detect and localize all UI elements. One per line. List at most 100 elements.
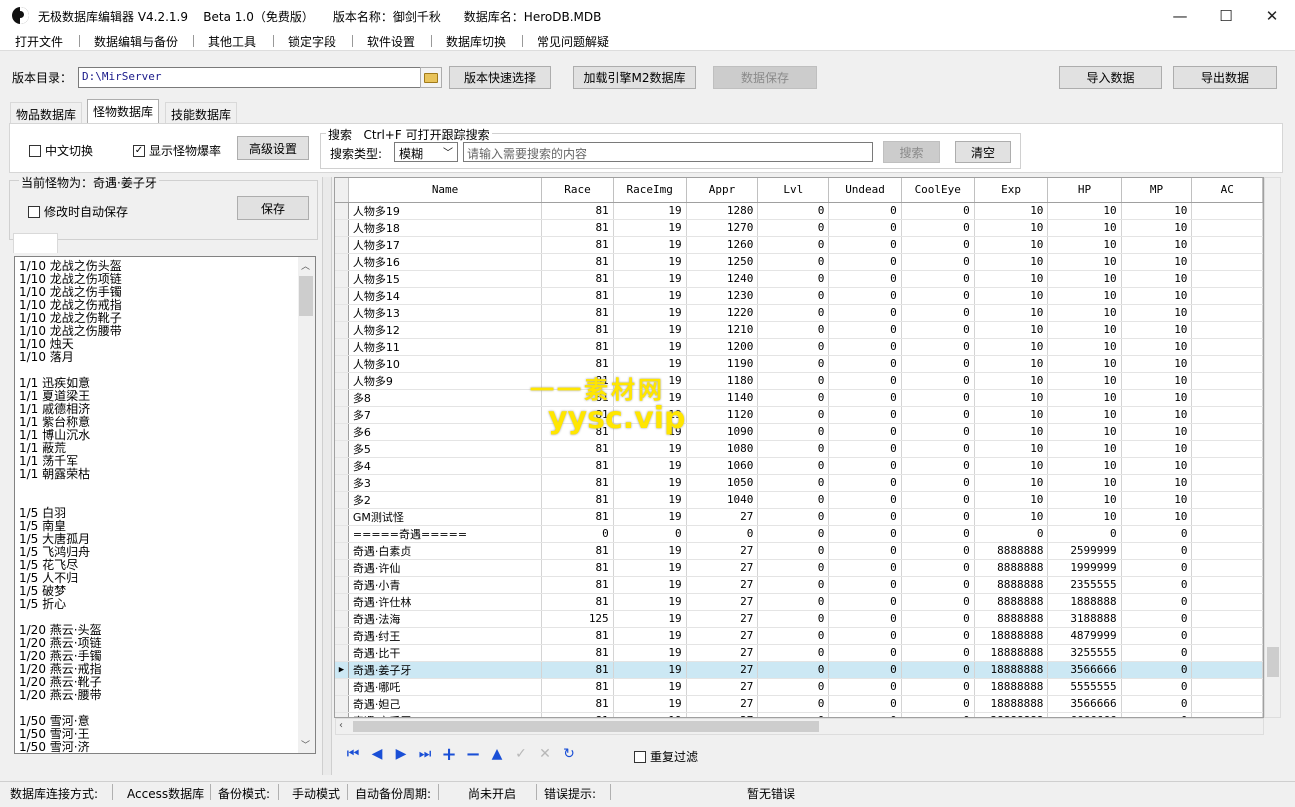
table-cell[interactable]: 1180	[686, 372, 759, 390]
table-cell[interactable]: 3188888	[1047, 610, 1122, 628]
table-cell[interactable]: 奇遇·妲己	[348, 695, 543, 713]
table-cell[interactable]: 19	[613, 202, 687, 220]
table-cell[interactable]: 81	[541, 304, 614, 322]
table-cell[interactable]: 18888888	[974, 678, 1049, 696]
table-cell[interactable]: 0	[901, 219, 975, 237]
table-row[interactable]: 多6 81 19 1090 0 0 0 10 10 10	[335, 423, 1263, 441]
table-cell[interactable]: 2599999	[1047, 542, 1122, 560]
table-cell[interactable]: 81	[541, 219, 614, 237]
last-record-icon[interactable]: ⏭	[414, 743, 436, 765]
table-cell[interactable]: 0	[901, 627, 975, 645]
table-cell[interactable]: 10	[974, 474, 1049, 492]
table-cell[interactable]	[1191, 389, 1263, 407]
table-cell[interactable]	[1191, 321, 1263, 339]
minimize-button[interactable]: —	[1157, 0, 1203, 31]
table-cell[interactable]: 0	[828, 202, 902, 220]
table-cell[interactable]: 0	[828, 610, 902, 628]
scroll-thumb[interactable]	[1267, 647, 1279, 677]
table-cell[interactable]: 0	[901, 644, 975, 662]
table-cell[interactable]: 10	[1047, 304, 1122, 322]
table-cell[interactable]: 人物多14	[348, 287, 543, 305]
table-row[interactable]: 人物多9 81 19 1180 0 0 0 10 10 10	[335, 372, 1263, 390]
table-cell[interactable]: 18888888	[974, 627, 1049, 645]
table-cell[interactable]: 4879999	[1047, 627, 1122, 645]
menu-open-file[interactable]: 打开文件	[15, 33, 63, 50]
table-cell[interactable]: 0	[828, 219, 902, 237]
table-cell[interactable]: 0	[901, 610, 975, 628]
table-cell[interactable]: 0	[901, 287, 975, 305]
table-cell[interactable]: 10	[1121, 372, 1193, 390]
table-cell[interactable]: 1200	[686, 338, 759, 356]
table-cell[interactable]: 81	[541, 508, 614, 526]
table-cell[interactable]	[1191, 287, 1263, 305]
table-cell[interactable]: 10	[1121, 202, 1193, 220]
table-cell[interactable]: 多4	[348, 457, 543, 475]
table-cell[interactable]: 81	[541, 321, 614, 339]
table-cell[interactable]: 0	[901, 508, 975, 526]
table-cell[interactable]: 10	[1121, 406, 1193, 424]
table-cell[interactable]: 0	[1047, 525, 1122, 543]
table-cell[interactable]: 10	[974, 338, 1049, 356]
table-row[interactable]: 奇遇·纣王 81 19 27 0 0 0 18888888 4879999 0	[335, 627, 1263, 645]
table-cell[interactable]: 0	[757, 355, 830, 373]
table-cell[interactable]: 1050	[686, 474, 759, 492]
table-cell[interactable]: 0	[901, 593, 975, 611]
table-cell[interactable]: 10	[974, 406, 1049, 424]
export-data-button[interactable]: 导出数据	[1173, 66, 1277, 89]
table-cell[interactable]: 10	[974, 287, 1049, 305]
table-cell[interactable]: 0	[828, 372, 902, 390]
column-header-name[interactable]: Name	[348, 178, 543, 203]
table-cell[interactable]: 0	[828, 406, 902, 424]
table-cell[interactable]: 0	[901, 661, 975, 679]
table-cell[interactable]: 0	[757, 406, 830, 424]
table-cell[interactable]: 0	[757, 661, 830, 679]
table-cell[interactable]: 10	[974, 457, 1049, 475]
table-cell[interactable]: 10	[1121, 287, 1193, 305]
table-cell[interactable]	[1191, 202, 1263, 220]
row-indicator[interactable]	[335, 304, 349, 322]
table-cell[interactable]	[1191, 338, 1263, 356]
delete-record-icon[interactable]: −	[462, 743, 484, 765]
table-cell[interactable]: 0	[757, 593, 830, 611]
table-cell[interactable]: 19	[613, 559, 687, 577]
table-cell[interactable]: 10	[1047, 338, 1122, 356]
tab-skill-db[interactable]: 技能数据库	[165, 102, 238, 123]
table-cell[interactable]: 10	[974, 253, 1049, 271]
table-cell[interactable]: 1140	[686, 389, 759, 407]
table-cell[interactable]: 19	[613, 338, 687, 356]
table-cell[interactable]: 0	[828, 525, 902, 543]
table-cell[interactable]: 81	[541, 457, 614, 475]
table-cell[interactable]: 奇遇·纣王	[348, 627, 543, 645]
table-cell[interactable]: 81	[541, 287, 614, 305]
table-row[interactable]: 人物多16 81 19 1250 0 0 0 10 10 10	[335, 253, 1263, 271]
browse-folder-button[interactable]	[420, 67, 442, 88]
table-row[interactable]: 奇遇·法海 125 19 27 0 0 0 8888888 3188888 0	[335, 610, 1263, 628]
table-cell[interactable]: 0	[901, 542, 975, 560]
table-cell[interactable]: 0	[1121, 559, 1193, 577]
table-cell[interactable]: 19	[613, 457, 687, 475]
column-header-undead[interactable]: Undead	[828, 178, 902, 203]
table-cell[interactable]: 多5	[348, 440, 543, 458]
table-cell[interactable]: 81	[541, 253, 614, 271]
table-cell[interactable]: 18888888	[974, 695, 1049, 713]
menu-other-tools[interactable]: 其他工具	[208, 33, 256, 50]
table-cell[interactable]: 0	[901, 270, 975, 288]
autosave-checkbox[interactable]: 修改时自动保存	[28, 203, 128, 220]
row-indicator[interactable]	[335, 508, 349, 526]
table-cell[interactable]: 10	[1047, 287, 1122, 305]
table-cell[interactable]: 10	[974, 202, 1049, 220]
table-cell[interactable]: 19	[613, 321, 687, 339]
table-cell[interactable]: 0	[757, 287, 830, 305]
table-cell[interactable]: 19	[613, 440, 687, 458]
table-cell[interactable]: 0	[757, 474, 830, 492]
table-cell[interactable]: 81	[541, 491, 614, 509]
table-cell[interactable]: 81	[541, 627, 614, 645]
table-cell[interactable]: 10	[1121, 304, 1193, 322]
table-cell[interactable]: 10	[1121, 236, 1193, 254]
table-cell[interactable]: 奇遇·比干	[348, 644, 543, 662]
table-cell[interactable]: 10	[1121, 474, 1193, 492]
table-cell[interactable]: 人物多13	[348, 304, 543, 322]
table-cell[interactable]: 81	[541, 542, 614, 560]
panel-splitter[interactable]	[322, 177, 332, 775]
table-cell[interactable]: 27	[686, 610, 759, 628]
